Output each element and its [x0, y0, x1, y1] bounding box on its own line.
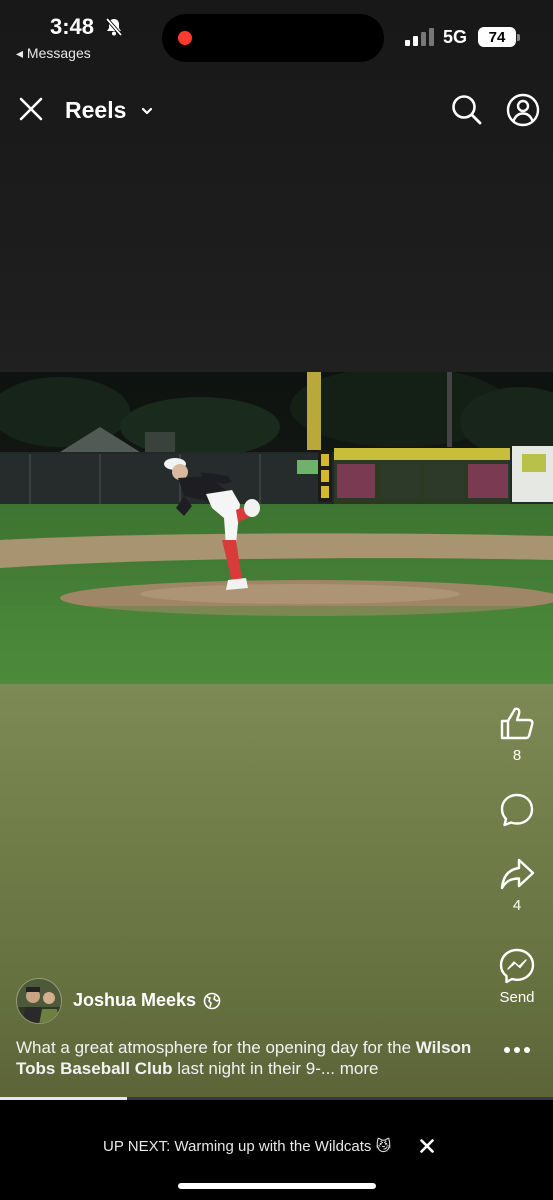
globe-icon	[203, 992, 221, 1010]
page-title[interactable]: Reels	[65, 97, 126, 124]
search-icon[interactable]	[449, 92, 483, 126]
send-button[interactable]: Send	[490, 947, 544, 1006]
caption-text: What a great atmosphere for the opening …	[16, 1038, 416, 1057]
author-name[interactable]: Joshua Meeks	[73, 990, 196, 1011]
like-button[interactable]: 8	[490, 705, 544, 764]
profile-icon[interactable]	[505, 92, 541, 128]
video-blur-background	[0, 684, 553, 1098]
share-count: 4	[512, 897, 522, 914]
up-next-title: Warming up with the Wildcats 😼	[170, 1138, 392, 1155]
reels-header: Reels	[0, 86, 553, 134]
battery-indicator: 74	[478, 27, 520, 47]
video-progress-fill	[0, 1097, 128, 1100]
comment-button[interactable]	[490, 791, 544, 829]
avatar[interactable]	[16, 978, 62, 1024]
dynamic-island	[162, 14, 384, 62]
share-icon	[500, 858, 535, 890]
avatar-photo	[17, 979, 61, 1023]
like-count: 8	[512, 747, 522, 764]
bell-slash-icon	[105, 17, 123, 37]
reel-video[interactable]	[0, 372, 553, 684]
up-next-banner[interactable]: UP NEXT: Warming up with the Wildcats 😼	[103, 1137, 391, 1155]
status-time: 3:48	[50, 14, 95, 39]
baseball-field-scene	[0, 372, 553, 684]
video-progress-bar[interactable]	[0, 1097, 553, 1100]
caption-text-end: last night in their 9-...	[172, 1059, 340, 1078]
close-icon[interactable]	[419, 1138, 435, 1154]
chevron-down-icon[interactable]	[140, 104, 154, 118]
signal-icon	[405, 28, 434, 46]
recording-indicator	[178, 31, 192, 45]
more-dots-icon[interactable]	[503, 1044, 531, 1056]
thumbs-up-icon	[500, 707, 534, 740]
comment-icon	[500, 793, 534, 827]
up-next-prefix: UP NEXT:	[103, 1138, 171, 1155]
close-icon[interactable]	[16, 94, 46, 124]
network-type: 5G	[443, 27, 468, 47]
post-caption: What a great atmosphere for the opening …	[16, 1037, 486, 1079]
home-indicator[interactable]	[178, 1183, 376, 1189]
send-label: Send	[499, 989, 535, 1006]
messenger-icon	[499, 948, 535, 984]
battery-level: 74	[488, 28, 506, 46]
caption-more-link[interactable]: more	[340, 1059, 379, 1078]
back-to-messages-link[interactable]: ◂ Messages	[16, 45, 91, 62]
status-bar: 3:48 ◂ Messages 5G 74	[0, 0, 553, 70]
share-button[interactable]: 4	[490, 855, 544, 914]
